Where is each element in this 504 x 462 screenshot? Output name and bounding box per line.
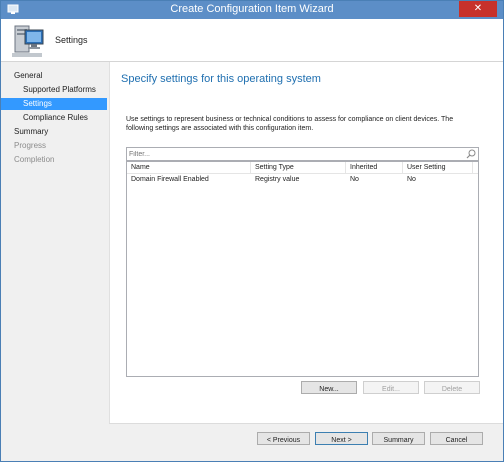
column-header-name[interactable]: Name bbox=[127, 162, 251, 173]
edit-button[interactable]: Edit... bbox=[363, 381, 419, 394]
main-panel: Specify settings for this operating syst… bbox=[109, 62, 503, 423]
wizard-window: Create Configuration Item Wizard ✕ Setti… bbox=[0, 0, 504, 462]
title-bar: Create Configuration Item Wizard ✕ bbox=[1, 1, 503, 19]
search-icon[interactable] bbox=[466, 149, 476, 159]
nav-item-settings[interactable]: Settings bbox=[1, 98, 107, 110]
section-description: Use settings to represent business or te… bbox=[126, 116, 454, 132]
section-heading: Specify settings for this operating syst… bbox=[121, 73, 321, 85]
cell-inherited: No bbox=[350, 176, 359, 183]
table-row[interactable]: Domain Firewall Enabled Registry value N… bbox=[127, 174, 478, 185]
cancel-button[interactable]: Cancel bbox=[430, 432, 483, 445]
cell-user-setting: No bbox=[407, 176, 416, 183]
nav-item-progress: Progress bbox=[14, 141, 47, 150]
wizard-nav: General Supported Platforms Settings Com… bbox=[1, 62, 109, 461]
wizard-header: Settings bbox=[1, 19, 503, 62]
delete-button[interactable]: Delete bbox=[424, 381, 480, 394]
wizard-footer: < Previous Next > Summary Cancel bbox=[109, 423, 503, 461]
cell-setting-type: Registry value bbox=[255, 176, 300, 183]
column-header-setting-type[interactable]: Setting Type bbox=[251, 162, 346, 173]
nav-item-compliance-rules[interactable]: Compliance Rules bbox=[1, 112, 107, 124]
window-title: Create Configuration Item Wizard bbox=[170, 3, 334, 15]
close-button[interactable]: ✕ bbox=[459, 1, 497, 17]
next-button[interactable]: Next > bbox=[315, 432, 368, 445]
new-button[interactable]: New... bbox=[301, 381, 357, 394]
column-header-user-setting[interactable]: User Setting bbox=[403, 162, 473, 173]
column-header-row: Name Setting Type Inherited User Setting bbox=[127, 162, 478, 174]
filter-box bbox=[126, 147, 479, 161]
settings-list[interactable]: Name Setting Type Inherited User Setting… bbox=[126, 161, 479, 377]
nav-item-supported-platforms[interactable]: Supported Platforms bbox=[1, 84, 107, 96]
column-header-inherited[interactable]: Inherited bbox=[346, 162, 403, 173]
cell-name: Domain Firewall Enabled bbox=[131, 176, 209, 183]
page-title: Settings bbox=[55, 35, 88, 45]
nav-item-general[interactable]: General bbox=[1, 70, 107, 82]
filter-input[interactable] bbox=[129, 148, 459, 160]
summary-button[interactable]: Summary bbox=[372, 432, 425, 445]
nav-item-completion: Completion bbox=[14, 155, 55, 164]
computer-icon bbox=[12, 25, 44, 57]
previous-button[interactable]: < Previous bbox=[257, 432, 310, 445]
nav-item-summary[interactable]: Summary bbox=[1, 126, 107, 138]
